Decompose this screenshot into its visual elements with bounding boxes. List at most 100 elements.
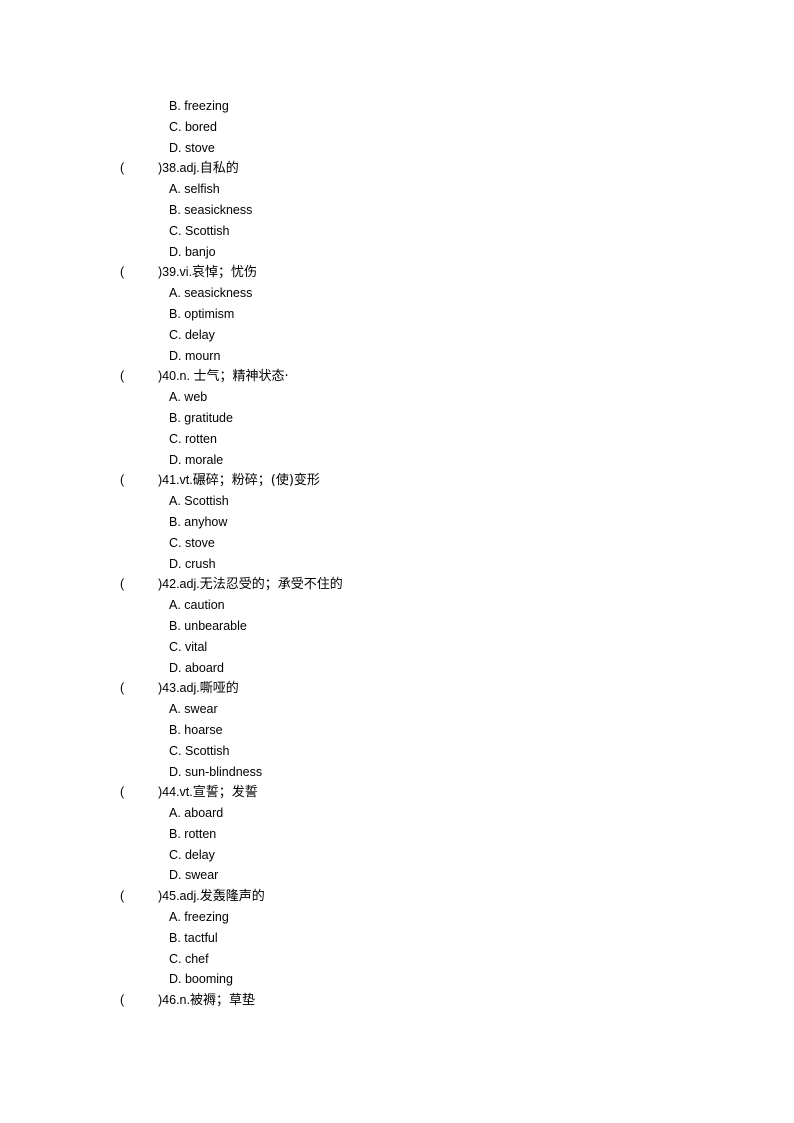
option-text: freezing xyxy=(184,910,229,925)
question-definition: 无法忍受的；承受不住的 xyxy=(199,577,343,593)
option-text: anyhow xyxy=(184,514,228,529)
option-line: D. mourn xyxy=(0,346,794,367)
option-line: A. selfish xyxy=(0,179,794,200)
option-letter: B. xyxy=(169,202,181,217)
option-line: C. vital xyxy=(0,637,794,658)
option-line: C. stove xyxy=(0,533,794,554)
option-letter: C. xyxy=(169,535,182,550)
option: A. Scottish xyxy=(169,491,229,512)
option: B. hoarse xyxy=(169,720,223,741)
answer-blank[interactable]: ( xyxy=(120,782,124,803)
option: B. anyhow xyxy=(169,512,227,533)
option-line: B. hoarse xyxy=(0,720,794,741)
option-letter: B. xyxy=(169,618,181,633)
option-text: optimism xyxy=(184,306,235,321)
question-definition: 发轰隆声的 xyxy=(199,889,265,905)
option-text: seasickness xyxy=(184,286,253,301)
option: D. stove xyxy=(169,138,215,159)
option-letter: D. xyxy=(169,452,182,467)
answer-blank[interactable]: ( xyxy=(120,470,124,491)
option-line: D. swear xyxy=(0,865,794,886)
option: D. banjo xyxy=(169,242,216,263)
question-definition: 碾碎；粉碎；(使)变形 xyxy=(192,473,320,489)
question-line: ()43.adj.嘶哑的 xyxy=(0,678,794,699)
question-definition: 宣誓；发誓 xyxy=(192,785,258,801)
option-line: A. web xyxy=(0,387,794,408)
option-line: D. banjo xyxy=(0,242,794,263)
option-letter: C. xyxy=(169,119,182,134)
option-letter: A. xyxy=(169,598,181,613)
option-line: D. booming xyxy=(0,969,794,990)
option: A. aboard xyxy=(169,803,223,824)
option-line: B. tactful xyxy=(0,928,794,949)
question-definition: 自私的 xyxy=(199,161,239,177)
option-text: caution xyxy=(184,598,225,613)
option: B. optimism xyxy=(169,304,234,325)
option-text: rotten xyxy=(184,431,217,446)
answer-blank[interactable]: ( xyxy=(120,990,124,1011)
question-line: ()42.adj.无法忍受的；承受不住的 xyxy=(0,574,794,595)
option-text: aboard xyxy=(184,660,224,675)
option: C. delay xyxy=(169,845,215,866)
answer-blank[interactable]: ( xyxy=(120,678,124,699)
option-text: hoarse xyxy=(184,722,223,737)
question-number: )39.vi. xyxy=(158,265,193,280)
option-line: B. seasickness xyxy=(0,200,794,221)
option-line: B. anyhow xyxy=(0,512,794,533)
option: A. selfish xyxy=(169,179,220,200)
answer-blank[interactable]: ( xyxy=(120,158,124,179)
option-text: rotten xyxy=(184,826,217,841)
option: C. delay xyxy=(169,325,215,346)
option-text: delay xyxy=(184,847,215,862)
option-letter: B. xyxy=(169,99,181,113)
option-line: C. delay xyxy=(0,845,794,866)
option: D. sun-blindness xyxy=(169,762,262,783)
option: B. tactful xyxy=(169,928,218,949)
question-definition: 嘶哑的 xyxy=(199,681,239,697)
option-letter: A. xyxy=(169,806,181,821)
answer-blank[interactable]: ( xyxy=(120,366,124,387)
option-letter: C. xyxy=(169,951,182,966)
answer-blank[interactable]: ( xyxy=(120,886,124,907)
option-letter: D. xyxy=(169,764,182,779)
option-letter: B. xyxy=(169,722,181,737)
option-line: B. unbearable xyxy=(0,616,794,637)
option-line: A. seasickness xyxy=(0,283,794,304)
question-stem: )41.vt.碾碎；粉碎；(使)变形 xyxy=(158,470,320,492)
option-line: C. rotten xyxy=(0,429,794,450)
option-text: delay xyxy=(184,327,215,342)
question-stem: )40.n. 士气；精神状态· xyxy=(158,366,289,388)
question-stem: )44.vt.宣誓；发誓 xyxy=(158,782,258,804)
option-text: seasickness xyxy=(184,202,253,217)
option-line: D. sun-blindness xyxy=(0,762,794,783)
option: B. gratitude xyxy=(169,408,233,429)
option-letter: D. xyxy=(169,348,182,363)
option-letter: C. xyxy=(169,223,182,238)
option: D. swear xyxy=(169,865,218,886)
option-text: web xyxy=(184,390,208,405)
option-letter: D. xyxy=(169,660,182,675)
option-text: Scottish xyxy=(184,223,230,238)
option-text: Scottish xyxy=(184,494,229,509)
option-line: C. chef xyxy=(0,949,794,970)
option-line: A. freezing xyxy=(0,907,794,928)
question-number: )40.n. xyxy=(158,369,194,384)
question-stem: )46.n.被褥；草垫 xyxy=(158,990,255,1012)
option-letter: B. xyxy=(169,514,181,529)
question-stem: )39.vi.哀悼；忧伤 xyxy=(158,262,257,284)
option-letter: B. xyxy=(169,826,181,841)
option: C. vital xyxy=(169,637,207,658)
question-definition: 士气；精神状态· xyxy=(193,369,289,385)
option-text: Scottish xyxy=(184,743,230,758)
option-line: B. freezing xyxy=(0,96,794,117)
answer-blank[interactable]: ( xyxy=(120,574,124,595)
option-letter: A. xyxy=(169,494,181,509)
option-letter: A. xyxy=(169,286,181,301)
answer-blank[interactable]: ( xyxy=(120,262,124,283)
option-line: A. caution xyxy=(0,595,794,616)
option-line: C. Scottish xyxy=(0,221,794,242)
option: D. crush xyxy=(169,554,216,575)
option-line: B. gratitude xyxy=(0,408,794,429)
option-letter: C. xyxy=(169,847,182,862)
option-line: D. morale xyxy=(0,450,794,471)
